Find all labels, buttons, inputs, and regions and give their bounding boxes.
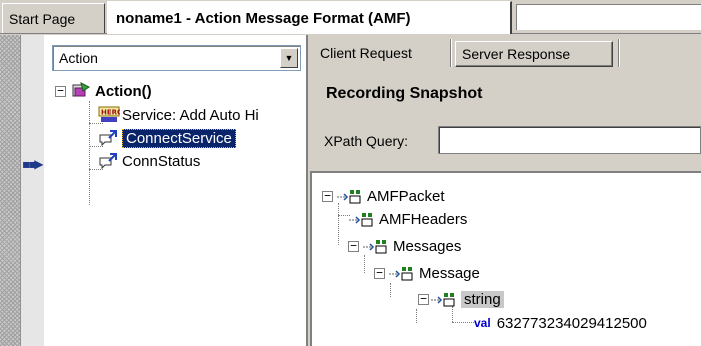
- tree-item-connectservice[interactable]: ConnectService: [98, 128, 236, 148]
- tree-item-label: ConnectService: [122, 128, 236, 148]
- action-tree-pane: ▪▪▶ Action ▼ − Action() HER Service: Add…: [0, 35, 308, 346]
- tree-item-service[interactable]: HERO Service: Add Auto Hi: [98, 105, 259, 125]
- xml-node-label: Message: [419, 264, 480, 282]
- snapshot-pane: Client Request Server Response Recording…: [310, 35, 701, 346]
- xml-node-message[interactable]: Message: [388, 263, 480, 283]
- action-icon: [71, 82, 91, 100]
- xml-node-messages[interactable]: Messages: [362, 236, 461, 256]
- svg-text:HERO: HERO: [101, 109, 120, 117]
- hero-service-icon: HERO: [98, 106, 123, 124]
- tab-start-page[interactable]: Start Page: [2, 3, 105, 33]
- xml-element-icon: [388, 264, 416, 282]
- xml-node-label: AMFHeaders: [379, 210, 468, 228]
- amf-step-icon: [98, 152, 118, 170]
- tree-root-label: Action(): [95, 82, 152, 100]
- tab-divider: [450, 39, 452, 67]
- document-tab-strip: Start Page noname1 - Action Message Form…: [0, 0, 701, 34]
- xml-node-amfpacket[interactable]: AMFPacket: [336, 186, 445, 206]
- tree-item-connstatus[interactable]: ConnStatus: [98, 151, 200, 171]
- xml-element-icon: [348, 210, 376, 228]
- collapse-icon[interactable]: −: [374, 267, 385, 279]
- attribute-value: 632773234029412500: [496, 314, 647, 332]
- attribute-name-tag: val: [474, 316, 491, 330]
- xpath-label: XPath Query:: [324, 133, 409, 149]
- tab-client-request[interactable]: Client Request: [314, 37, 450, 69]
- collapse-icon[interactable]: −: [348, 240, 359, 252]
- collapse-icon[interactable]: −: [55, 85, 66, 97]
- tab-active-document-label: noname1 - Action Message Format (AMF): [116, 9, 411, 27]
- collapse-icon[interactable]: −: [418, 293, 429, 305]
- tab-active-document[interactable]: noname1 - Action Message Format (AMF): [107, 1, 512, 34]
- xml-node-label: string: [461, 290, 504, 308]
- tab-server-response[interactable]: Server Response: [455, 41, 613, 67]
- tree-root-action[interactable]: Action(): [71, 81, 152, 101]
- tab-server-response-label: Server Response: [462, 46, 571, 62]
- xml-element-icon: [430, 290, 458, 308]
- xml-element-icon: [362, 237, 390, 255]
- xpath-query-input[interactable]: [438, 126, 701, 154]
- xml-element-icon: [336, 187, 364, 205]
- chevron-down-icon[interactable]: ▼: [280, 48, 298, 68]
- tab-divider: [618, 39, 620, 67]
- current-step-arrow-icon: ▪▪▶: [22, 157, 43, 171]
- xml-attribute-val[interactable]: val 632773234029412500: [474, 313, 647, 333]
- action-dropdown-value: Action: [59, 50, 98, 66]
- tab-start-page-label: Start Page: [9, 10, 76, 27]
- xml-node-string[interactable]: string: [430, 289, 504, 309]
- collapse-icon[interactable]: −: [322, 190, 333, 202]
- tree-item-label: ConnStatus: [122, 152, 201, 170]
- xml-tree-panel: − AMFPacket AMFHeaders − Messages − Mess…: [310, 171, 701, 346]
- action-dropdown[interactable]: Action ▼: [52, 45, 301, 71]
- tree-connector: [89, 101, 90, 205]
- xml-node-label: Messages: [393, 237, 462, 255]
- amf-step-icon: [98, 129, 118, 147]
- margin-gutter: [20, 35, 44, 346]
- xml-node-amfheaders[interactable]: AMFHeaders: [348, 209, 467, 229]
- tab-strip-filler: [516, 4, 701, 30]
- tree-item-label: Service: Add Auto Hi: [122, 106, 259, 124]
- section-title: Recording Snapshot: [326, 85, 483, 102]
- tab-client-request-label: Client Request: [320, 45, 412, 61]
- xml-node-label: AMFPacket: [367, 187, 445, 205]
